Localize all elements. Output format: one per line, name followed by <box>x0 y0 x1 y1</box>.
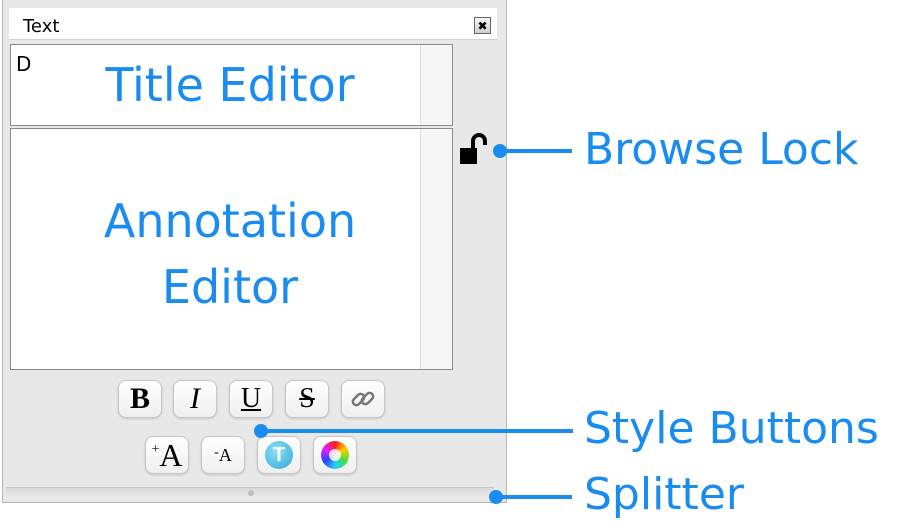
style-buttons-callout-line <box>261 429 573 433</box>
close-button[interactable]: ✖ <box>474 17 491 34</box>
title-editor-value: D <box>16 52 32 76</box>
browse-lock-callout-label: Browse Lock <box>584 124 859 175</box>
underline-button[interactable]: U <box>229 380 273 418</box>
splitter[interactable] <box>6 487 494 499</box>
splitter-callout-label: Splitter <box>584 469 744 520</box>
link-button[interactable] <box>341 380 385 418</box>
annotation-editor-label-line2: Editor <box>161 260 299 314</box>
panel-titlebar: Text ✖ <box>9 8 497 40</box>
unlocked-padlock-icon <box>460 133 487 164</box>
decrease-font-button[interactable]: - A <box>201 436 245 474</box>
splitter-grip[interactable] <box>248 490 254 496</box>
browse-lock-callout-line <box>500 149 572 153</box>
chain-link-icon <box>351 391 375 407</box>
annotation-editor-scrollbar[interactable] <box>420 129 452 369</box>
text-badge-icon: T <box>265 441 293 469</box>
text-color-button[interactable]: T <box>257 436 301 474</box>
style-buttons-callout-label: Style Buttons <box>584 403 879 454</box>
increase-font-button[interactable]: + A <box>145 436 189 474</box>
italic-button[interactable]: I <box>173 380 217 418</box>
panel-title: Text <box>23 16 60 37</box>
title-editor-scrollbar[interactable] <box>420 45 452 125</box>
title-editor-label: Title Editor <box>105 58 355 112</box>
strikethrough-button[interactable]: S <box>285 380 329 418</box>
color-wheel-icon <box>321 441 349 469</box>
annotation-editor[interactable] <box>10 128 453 370</box>
browse-lock-toggle[interactable] <box>457 132 491 168</box>
close-icon: ✖ <box>477 18 488 33</box>
annotation-editor-label-line1: Annotation <box>103 194 357 248</box>
color-picker-button[interactable] <box>313 436 357 474</box>
splitter-callout-line <box>496 495 572 499</box>
bold-button[interactable]: B <box>118 380 162 418</box>
